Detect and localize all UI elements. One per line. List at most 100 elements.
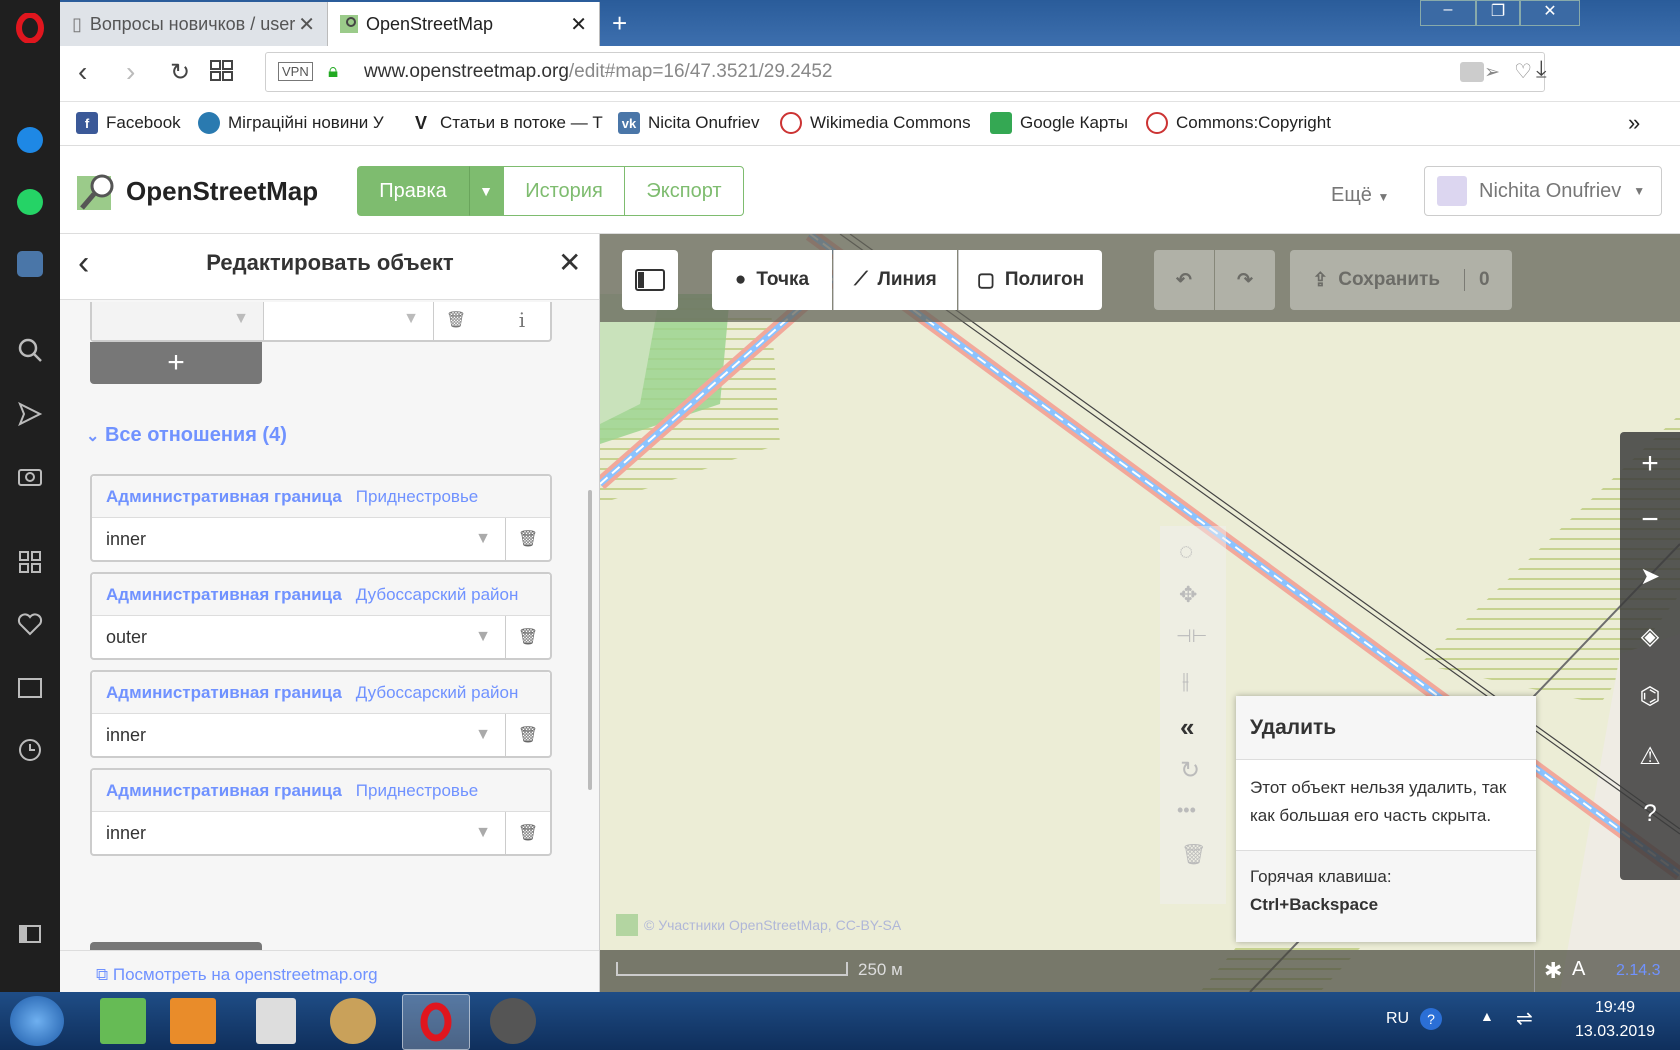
geolocate-icon[interactable]: ➤ xyxy=(1620,548,1680,604)
zoom-out-button[interactable]: − xyxy=(1620,492,1680,548)
tag-value-field[interactable]: ▼ xyxy=(264,302,434,340)
redo-button[interactable]: ↷ xyxy=(1215,250,1275,310)
add-point-button[interactable]: ● Точка xyxy=(712,250,832,310)
relation-role-field[interactable]: inner ▼ xyxy=(92,518,506,560)
news-icon[interactable] xyxy=(12,670,48,706)
bug-icon[interactable]: ✱ xyxy=(1544,958,1562,984)
zoom-in-button[interactable]: + xyxy=(1620,436,1680,492)
edit-button[interactable]: Правка xyxy=(357,166,469,216)
osm-logo[interactable]: OpenStreetMap xyxy=(76,170,318,212)
photos-app-icon[interactable] xyxy=(100,998,146,1044)
back-icon[interactable]: ‹ xyxy=(78,56,87,88)
calculator-icon[interactable] xyxy=(256,998,296,1044)
bookmark-articles[interactable]: V Статьи в потоке — Т xyxy=(410,112,603,134)
whatsapp-icon[interactable] xyxy=(12,184,48,220)
search-icon[interactable] xyxy=(12,332,48,368)
add-tag-button[interactable]: + xyxy=(90,342,262,384)
save-button[interactable]: ⇪ Сохранить 0 xyxy=(1290,250,1512,310)
circularize-icon[interactable]: ◌ xyxy=(1179,538,1193,566)
maximize-button[interactable]: ❐ xyxy=(1476,0,1520,26)
bookmark-google-maps[interactable]: Google Карты xyxy=(990,112,1128,134)
trash-icon[interactable]: 🗑︎ xyxy=(506,518,550,560)
vk-icon[interactable] xyxy=(12,246,48,282)
network-icon[interactable]: ⇌ xyxy=(1516,1006,1533,1031)
bookmark-vk[interactable]: vk Nicita Onufriev xyxy=(618,112,759,134)
chevrons-left-icon[interactable]: « xyxy=(1180,712,1194,743)
relation-header[interactable]: Административная граница Приднестровье xyxy=(92,476,550,518)
relation-role-field[interactable]: inner ▼ xyxy=(92,714,506,756)
sidebar-toggle-icon[interactable] xyxy=(12,916,48,952)
delete-tag-icon[interactable]: 🗑︎ xyxy=(434,310,478,330)
user-menu[interactable]: Nichita Onufriev ▼ xyxy=(1424,166,1662,216)
bookmark-wikimedia[interactable]: Wikimedia Commons xyxy=(780,112,971,134)
close-tab-icon[interactable]: ✕ xyxy=(298,12,315,37)
opera-logo-icon[interactable] xyxy=(12,10,48,46)
tab-questions[interactable]: ▯ Вопросы новичков / user ✕ xyxy=(60,2,328,46)
relation-header[interactable]: Административная граница Дубоссарский рай… xyxy=(92,672,550,714)
bookmark-migration[interactable]: Міграційні новини У xyxy=(198,112,384,134)
trash-icon[interactable]: 🗑︎ xyxy=(506,616,550,658)
help-icon[interactable]: ? xyxy=(1620,786,1680,842)
edit-dropdown-button[interactable]: ▼ xyxy=(469,166,503,216)
relations-section-toggle[interactable]: ⌄ Все отношения (4) xyxy=(86,424,287,447)
camera-icon[interactable] xyxy=(12,458,48,494)
bookmark-heart-icon[interactable]: ♡ xyxy=(1514,59,1532,84)
tray-expand-icon[interactable]: ▲ xyxy=(1480,1008,1494,1024)
history-button[interactable]: История xyxy=(503,166,625,216)
language-icon[interactable]: A xyxy=(1572,958,1585,981)
url-field[interactable]: VPN 🔒︎ www.openstreetmap.org/edit#map=16… xyxy=(265,52,1545,92)
new-tab-button[interactable]: + xyxy=(612,8,627,39)
help-icon[interactable]: ? xyxy=(1420,1008,1442,1030)
more-menu[interactable]: Ещё ▼ xyxy=(1331,184,1389,207)
bookmarks-more-button[interactable]: » xyxy=(1628,110,1640,136)
tab-openstreetmap[interactable]: OpenStreetMap ✕ xyxy=(328,2,600,46)
forward-icon[interactable]: › xyxy=(126,56,135,88)
sidebar-toggle-button[interactable] xyxy=(622,250,678,310)
close-tab-icon[interactable]: ✕ xyxy=(570,12,587,37)
snapshot-icon[interactable] xyxy=(1460,62,1484,82)
export-button[interactable]: Экспорт xyxy=(624,166,744,216)
vpn-badge[interactable]: VPN xyxy=(278,62,313,81)
reload-icon[interactable]: ↻ xyxy=(170,58,190,87)
tag-key-field[interactable]: ▼ xyxy=(92,302,264,340)
relation-role-field[interactable]: outer ▼ xyxy=(92,616,506,658)
heart-icon[interactable] xyxy=(12,606,48,642)
relation-header[interactable]: Административная граница Дубоссарский рай… xyxy=(92,574,550,616)
view-on-osm-link[interactable]: ⧉ Посмотреть на openstreetmap.org xyxy=(60,950,599,992)
trash-icon[interactable]: 🗑︎ xyxy=(506,812,550,854)
attribution[interactable]: © Участники OpenStreetMap, CC-BY-SA xyxy=(616,914,901,936)
media-player-icon[interactable] xyxy=(170,998,216,1044)
scale-bar[interactable] xyxy=(616,962,848,976)
split-icon[interactable]: ⫲ xyxy=(1182,668,1189,694)
opera-taskbar-button[interactable] xyxy=(402,994,470,1050)
start-button[interactable] xyxy=(10,996,64,1046)
bookmark-facebook[interactable]: f Facebook xyxy=(76,112,181,134)
scrollbar[interactable] xyxy=(588,490,592,790)
google-earth-pro-icon[interactable] xyxy=(490,998,536,1044)
disconnect-icon[interactable]: ⊣⊢ xyxy=(1176,626,1207,647)
move-icon[interactable]: ✥ xyxy=(1179,582,1197,608)
language-indicator[interactable]: RU xyxy=(1386,1010,1409,1028)
version-label[interactable]: 2.14.3 xyxy=(1616,962,1660,980)
speed-dial-icon[interactable] xyxy=(12,544,48,580)
undo-button[interactable]: ↶ xyxy=(1154,250,1214,310)
trash-icon[interactable]: 🗑︎ xyxy=(506,714,550,756)
history-icon[interactable] xyxy=(12,732,48,768)
relation-role-field[interactable]: inner ▼ xyxy=(92,812,506,854)
bookmark-commons-copyright[interactable]: Commons:Copyright xyxy=(1146,112,1331,134)
info-icon[interactable]: i xyxy=(500,308,544,332)
close-window-button[interactable]: ✕ xyxy=(1520,0,1580,26)
trash-icon[interactable]: 🗑︎ xyxy=(1181,842,1206,867)
rotate-icon[interactable]: ↻ xyxy=(1180,756,1200,785)
download-icon[interactable]: ⤓ xyxy=(1536,56,1547,84)
map-data-icon[interactable]: ⌬ xyxy=(1620,668,1680,724)
paint-icon[interactable] xyxy=(330,998,376,1044)
messenger-icon[interactable] xyxy=(12,122,48,158)
add-area-button[interactable]: ▢ Полигон xyxy=(958,250,1102,310)
relation-header[interactable]: Административная граница Приднестровье xyxy=(92,770,550,812)
layers-icon[interactable]: ◈ xyxy=(1620,608,1680,664)
continue-icon[interactable]: ••• xyxy=(1177,800,1196,821)
send-page-icon[interactable]: ➢ xyxy=(1484,61,1500,84)
send-icon[interactable] xyxy=(12,396,48,432)
tabs-grid-icon[interactable] xyxy=(210,60,234,82)
